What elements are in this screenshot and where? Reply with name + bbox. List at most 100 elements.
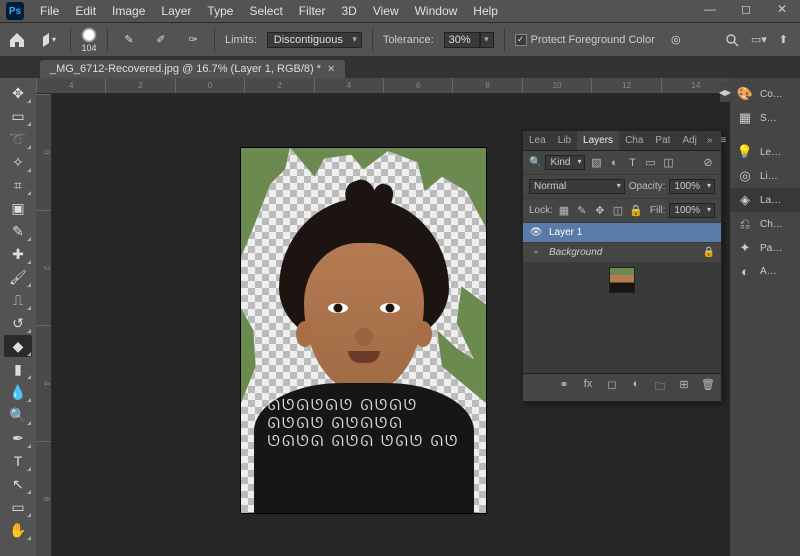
collapse-handle-icon[interactable]: ◀▶ — [720, 82, 730, 102]
visibility-toggle-icon[interactable]: ▫ — [529, 247, 543, 258]
workspace-switcher-icon[interactable]: ▭▾ — [751, 33, 767, 46]
lock-all-icon[interactable]: 🔒 — [629, 204, 643, 217]
gradient-tool[interactable]: ▮ — [4, 358, 32, 380]
layer-name[interactable]: Background — [549, 247, 602, 258]
eyedropper-tool[interactable]: ✎ — [4, 220, 32, 242]
brush-settings-icon[interactable]: ✎ — [118, 29, 140, 51]
document-tab[interactable]: _MG_6712-Recovered.jpg @ 16.7% (Layer 1,… — [40, 60, 345, 78]
panel-expand-icon[interactable]: » — [703, 131, 717, 150]
filter-pixel-icon[interactable]: ▧ — [589, 156, 603, 169]
home-icon[interactable] — [6, 29, 28, 51]
layer-thumbnail[interactable] — [609, 267, 635, 293]
airbrush-icon[interactable]: ✑ — [182, 29, 204, 51]
close-button[interactable]: ✕ — [770, 2, 794, 16]
type-tool[interactable]: T — [4, 450, 32, 472]
path-selection-tool[interactable]: ↖ — [4, 473, 32, 495]
menu-type[interactable]: Type — [199, 0, 241, 22]
new-layer-icon[interactable]: ⊞ — [677, 378, 691, 397]
group-icon[interactable]: 🗀 — [653, 378, 667, 397]
eraser-tool[interactable]: ◆ — [4, 335, 32, 357]
clone-stamp-tool[interactable]: ⎍ — [4, 289, 32, 311]
lasso-tool[interactable]: ➰ — [4, 128, 32, 150]
crop-tool[interactable]: ⌗ — [4, 174, 32, 196]
panel-learn[interactable]: 💡Le… — [730, 140, 800, 164]
lock-image-icon[interactable]: ✎ — [575, 204, 589, 217]
tab-adjustments[interactable]: Adj — [676, 131, 702, 150]
brush-preview[interactable]: 104 — [81, 27, 97, 53]
tab-paths[interactable]: Pat — [649, 131, 676, 150]
panel-channels[interactable]: ⎌Ch… — [730, 212, 800, 236]
limits-select[interactable]: Discontiguous — [267, 32, 362, 48]
menu-layer[interactable]: Layer — [153, 0, 199, 22]
panel-color[interactable]: 🎨Co… — [730, 82, 800, 106]
marquee-tool[interactable]: ▭ — [4, 105, 32, 127]
panel-menu-icon[interactable]: ≡ — [716, 131, 730, 150]
tab-libraries[interactable]: Lib — [552, 131, 577, 150]
link-layers-icon[interactable]: ⚭ — [557, 378, 571, 397]
filter-toggle-icon[interactable]: ⊘ — [701, 156, 715, 169]
healing-brush-tool[interactable]: ✚ — [4, 243, 32, 265]
panel-layers[interactable]: ◈La… — [730, 188, 800, 212]
panel-paths[interactable]: ✦Pa… — [730, 236, 800, 260]
layer-name[interactable]: Layer 1 — [549, 227, 582, 238]
move-tool[interactable]: ✥ — [4, 82, 32, 104]
tab-close-icon[interactable]: ✕ — [327, 64, 335, 75]
filter-kind-select[interactable]: Kind — [545, 155, 585, 170]
delete-layer-icon[interactable]: 🗑 — [701, 378, 715, 397]
tolerance-dropdown[interactable] — [480, 32, 494, 48]
search-icon[interactable] — [725, 33, 739, 47]
adjustment-layer-icon[interactable]: ◐ — [629, 378, 643, 397]
layer-mask-icon[interactable]: ◻ — [605, 378, 619, 397]
filter-smart-icon[interactable]: ◫ — [661, 156, 675, 169]
tolerance-input[interactable]: 30% — [444, 32, 480, 48]
panel-adjustments[interactable]: ◐A… — [730, 260, 800, 283]
pressure-toggle-icon[interactable]: ◎ — [665, 29, 687, 51]
filter-shape-icon[interactable]: ▭ — [643, 156, 657, 169]
layer-row[interactable]: ▫ Background 🔒 — [523, 243, 721, 263]
panel-swatches[interactable]: ▦S… — [730, 106, 800, 130]
menu-3d[interactable]: 3D — [333, 0, 364, 22]
minimize-button[interactable]: — — [698, 2, 722, 16]
menu-file[interactable]: File — [32, 0, 67, 22]
dodge-tool[interactable]: 🔍 — [4, 404, 32, 426]
menu-view[interactable]: View — [365, 0, 407, 22]
protect-foreground-checkbox[interactable]: ✓ Protect Foreground Color — [515, 34, 655, 46]
tab-learn[interactable]: Lea — [523, 131, 552, 150]
panel-libraries[interactable]: ◎Li… — [730, 164, 800, 188]
tool-preset-icon[interactable]: ▾ — [38, 29, 60, 51]
layer-row[interactable]: 👁 Layer 1 — [523, 223, 721, 243]
history-brush-tool[interactable]: ↺ — [4, 312, 32, 334]
layer-style-icon[interactable]: fx — [581, 378, 595, 397]
magic-wand-tool[interactable]: ✧ — [4, 151, 32, 173]
brush-pressure-icon[interactable]: ✐ — [150, 29, 172, 51]
menu-edit[interactable]: Edit — [67, 0, 104, 22]
opacity-input[interactable]: 100% — [669, 179, 715, 194]
blur-tool[interactable]: 💧 — [4, 381, 32, 403]
pen-tool[interactable]: ✒ — [4, 427, 32, 449]
fill-input[interactable]: 100% — [669, 203, 715, 218]
visibility-toggle-icon[interactable]: 👁 — [529, 227, 543, 238]
layers-panel[interactable]: Lea Lib Layers Cha Pat Adj » ≡ 🔍 Kind ▧ … — [522, 130, 722, 402]
menu-filter[interactable]: Filter — [291, 0, 334, 22]
tab-channels[interactable]: Cha — [619, 131, 649, 150]
share-icon[interactable]: ⬆ — [779, 33, 788, 46]
menu-window[interactable]: Window — [407, 0, 466, 22]
document-canvas[interactable] — [241, 148, 486, 513]
shape-tool[interactable]: ▭ — [4, 496, 32, 518]
lock-artboard-icon[interactable]: ◫ — [611, 204, 625, 217]
menu-select[interactable]: Select — [241, 0, 290, 22]
hand-tool[interactable]: ✋ — [4, 519, 32, 541]
lock-position-icon[interactable]: ✥ — [593, 204, 607, 217]
frame-tool[interactable]: ▣ — [4, 197, 32, 219]
lock-transparency-icon[interactable]: ▦ — [557, 204, 571, 217]
maximize-button[interactable]: ◻ — [734, 2, 758, 16]
menu-image[interactable]: Image — [104, 0, 153, 22]
blend-mode-select[interactable]: Normal — [529, 179, 625, 194]
filter-adjust-icon[interactable]: ◐ — [607, 157, 621, 169]
brush-tool[interactable]: 🖌 — [4, 266, 32, 288]
filter-search-icon[interactable]: 🔍 — [529, 157, 541, 168]
lock-icon[interactable]: 🔒 — [703, 247, 715, 258]
tab-layers[interactable]: Layers — [577, 131, 619, 150]
filter-type-icon[interactable]: T — [625, 157, 639, 169]
menu-help[interactable]: Help — [465, 0, 506, 22]
